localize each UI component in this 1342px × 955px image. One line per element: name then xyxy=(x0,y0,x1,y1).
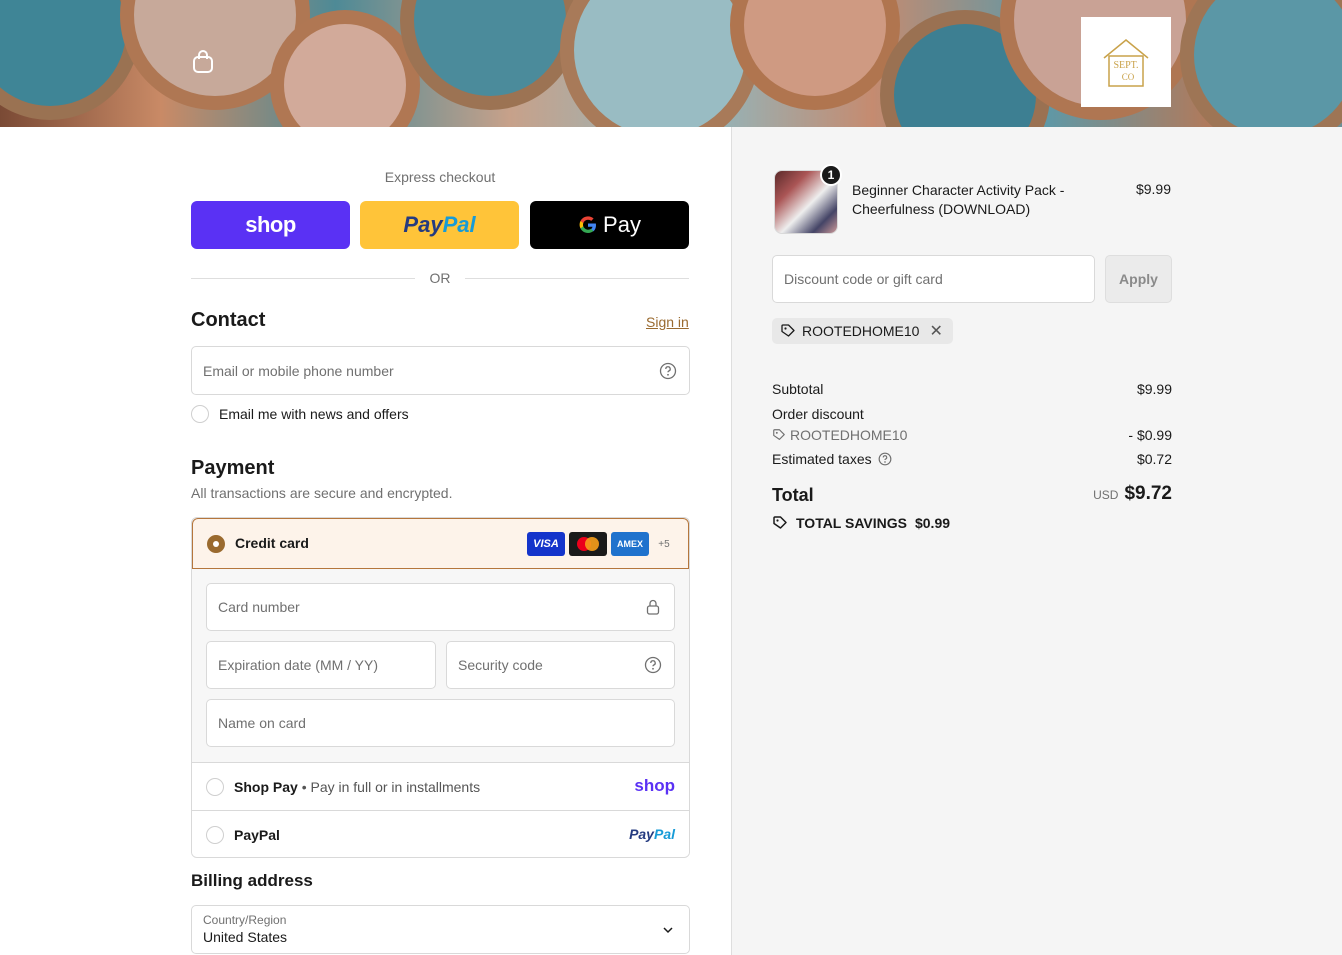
apply-discount-button[interactable]: Apply xyxy=(1105,255,1172,303)
more-brands-badge: +5 xyxy=(658,538,670,550)
paypal-logo: PayPal xyxy=(629,826,675,842)
country-label: Country/Region xyxy=(203,913,287,927)
email-field[interactable]: Email or mobile phone number xyxy=(191,346,690,395)
shop-pay-logo: shop xyxy=(634,776,675,795)
security-code-placeholder: Security code xyxy=(458,657,543,673)
store-logo[interactable]: SEPT. CO xyxy=(1081,17,1171,107)
security-code-field[interactable]: Security code xyxy=(446,641,675,689)
credit-card-label: Credit card xyxy=(235,535,309,551)
expiration-placeholder: Expiration date (MM / YY) xyxy=(218,657,379,673)
total-value: $9.72 xyxy=(1124,483,1172,504)
logo-text-line2: CO xyxy=(1122,72,1135,82)
discount-code-row: ROOTEDHOME10 - $0.99 xyxy=(772,427,1172,443)
email-placeholder: Email or mobile phone number xyxy=(203,362,394,379)
checkout-main: Express checkout shop Pay Pal Pay OR Cont… xyxy=(0,127,731,955)
logo-text-line1: SEPT. xyxy=(1113,60,1138,71)
paypal-logo-part2: Pal xyxy=(653,826,675,842)
subtotal-value: $9.99 xyxy=(1136,381,1172,397)
applied-code-text: ROOTEDHOME10 xyxy=(802,323,920,339)
or-divider: OR xyxy=(191,268,689,288)
total-row: Total USD $9.72 xyxy=(772,483,1172,506)
shop-pay-label-group: Shop Pay • Pay in full or in installment… xyxy=(234,779,480,795)
credit-card-radio[interactable] xyxy=(207,535,225,553)
news-label: Email me with news and offers xyxy=(219,406,409,422)
news-opt-in[interactable]: Email me with news and offers xyxy=(191,405,409,423)
mastercard-icon xyxy=(569,532,607,556)
paypal-option[interactable]: PayPal PayPal xyxy=(192,810,689,857)
lock-icon xyxy=(646,599,660,615)
taxes-row: Estimated taxes $0.72 xyxy=(772,451,1172,467)
help-circle-icon[interactable] xyxy=(659,362,677,380)
banner-decor xyxy=(730,0,900,110)
tag-icon xyxy=(773,429,785,440)
discount-code-input[interactable]: Discount code or gift card xyxy=(772,255,1095,303)
subtotal-row: Subtotal $9.99 xyxy=(772,381,1172,397)
applied-discount-chip: ROOTEDHOME10 ✕ xyxy=(772,318,953,344)
discount-code-label: ROOTEDHOME10 xyxy=(790,427,908,443)
total-savings: TOTAL SAVINGS $0.99 xyxy=(772,515,950,531)
shopping-bag-icon[interactable] xyxy=(192,50,214,74)
banner-decor xyxy=(0,0,140,120)
shop-pay-label: Shop Pay xyxy=(234,779,298,795)
google-g-icon xyxy=(579,216,597,233)
product-price: $9.99 xyxy=(1135,181,1171,197)
banner-decor xyxy=(1180,0,1342,127)
taxes-value: $0.72 xyxy=(1136,451,1172,467)
card-number-field[interactable]: Card number xyxy=(206,583,675,631)
country-value: United States xyxy=(203,929,288,945)
paypal-radio[interactable] xyxy=(206,826,224,844)
name-on-card-field[interactable]: Name on card xyxy=(206,699,675,747)
payment-title: Payment xyxy=(191,457,275,479)
paypal-express-button[interactable]: Pay Pal xyxy=(360,201,519,249)
savings-value: $0.99 xyxy=(914,515,951,531)
card-number-placeholder: Card number xyxy=(218,599,300,615)
payment-subtitle: All transactions are secure and encrypte… xyxy=(191,485,453,501)
express-checkout-label: Express checkout xyxy=(384,169,496,185)
tag-icon xyxy=(773,516,787,529)
billing-address-title: Billing address xyxy=(191,871,313,890)
tag-icon xyxy=(781,324,795,337)
shop-pay-option[interactable]: Shop Pay • Pay in full or in installment… xyxy=(192,762,689,810)
paypal-logo-part1: Pay xyxy=(403,212,443,237)
header-banner: SEPT. CO xyxy=(0,0,1342,127)
name-on-card-placeholder: Name on card xyxy=(218,715,306,731)
discount-placeholder: Discount code or gift card xyxy=(784,271,943,287)
credit-card-option[interactable]: Credit card VISA AMEX +5 xyxy=(192,518,689,569)
paypal-label: PayPal xyxy=(234,827,280,843)
help-circle-icon[interactable] xyxy=(644,656,662,674)
order-summary: 1 Beginner Character Activity Pack - Che… xyxy=(731,127,1342,955)
order-discount-row: Order discount xyxy=(772,406,1172,422)
contact-title: Contact xyxy=(191,309,266,331)
paypal-logo-part1: Pay xyxy=(629,826,654,842)
total-label: Total xyxy=(772,485,814,505)
chevron-down-icon xyxy=(663,927,673,934)
shop-pay-radio[interactable] xyxy=(206,778,224,796)
shop-pay-logo: shop xyxy=(245,212,296,237)
quantity-badge: 1 xyxy=(820,164,842,186)
product-name: Beginner Character Activity Pack - Cheer… xyxy=(852,182,1065,217)
subtotal-label: Subtotal xyxy=(772,381,824,397)
visa-icon: VISA xyxy=(527,532,565,556)
banner-decor xyxy=(400,0,580,110)
remove-discount-icon[interactable]: ✕ xyxy=(929,321,942,341)
amex-icon: AMEX xyxy=(611,532,649,556)
sign-in-link[interactable]: Sign in xyxy=(646,314,689,330)
taxes-label: Estimated taxes xyxy=(772,451,872,467)
or-text: OR xyxy=(429,270,451,286)
help-circle-icon[interactable] xyxy=(878,452,892,466)
shop-pay-sublabel: • Pay in full or in installments xyxy=(301,779,481,795)
country-select[interactable]: Country/Region United States xyxy=(191,905,690,954)
google-pay-label: Pay xyxy=(603,212,641,237)
currency-label: USD xyxy=(1093,488,1119,502)
house-logo-icon: SEPT. CO xyxy=(1103,39,1149,87)
payment-methods: Credit card VISA AMEX +5 Card number Exp… xyxy=(191,517,690,858)
shop-pay-express-button[interactable]: shop xyxy=(191,201,350,249)
google-pay-express-button[interactable]: Pay xyxy=(530,201,689,249)
discount-value: - $0.99 xyxy=(1128,427,1172,443)
paypal-logo-part2: Pal xyxy=(442,212,476,237)
news-checkbox[interactable] xyxy=(191,405,209,423)
savings-label: TOTAL SAVINGS xyxy=(796,515,907,531)
order-discount-label: Order discount xyxy=(772,406,864,422)
expiration-field[interactable]: Expiration date (MM / YY) xyxy=(206,641,436,689)
